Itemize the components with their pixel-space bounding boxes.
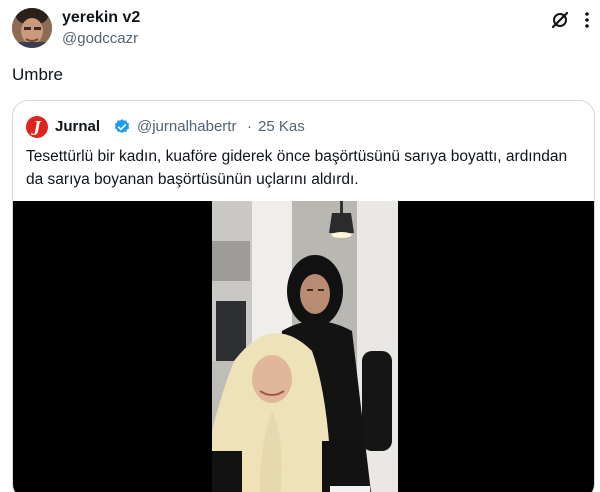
grok-icon[interactable] — [550, 10, 570, 30]
quoted-media[interactable] — [13, 201, 594, 492]
separator-dot: · — [247, 118, 252, 135]
quoted-author-handle[interactable]: @jurnalhabertr — [137, 118, 236, 135]
quoted-tweet[interactable]: J Jurnal @jurnalhabertr · 25 Kas Tesettü… — [12, 100, 595, 492]
tweet-text: Umbre — [12, 65, 64, 84]
quoted-avatar-letter: J — [33, 117, 41, 136]
quoted-date[interactable]: 25 Kas — [258, 118, 305, 135]
quoted-author-avatar[interactable]: J — [26, 116, 48, 138]
more-icon[interactable] — [578, 9, 596, 31]
salon-photo — [212, 201, 398, 492]
author-avatar[interactable] — [12, 8, 52, 48]
quoted-author-name[interactable]: Jurnal — [55, 118, 100, 135]
author-name[interactable]: yerekin v2 — [62, 9, 140, 27]
author-handle[interactable]: @godccazr — [62, 30, 138, 47]
quoted-tweet-text: Tesettürlü bir kadın, kuaföre giderek ön… — [26, 148, 568, 188]
verified-badge-icon — [114, 119, 130, 134]
